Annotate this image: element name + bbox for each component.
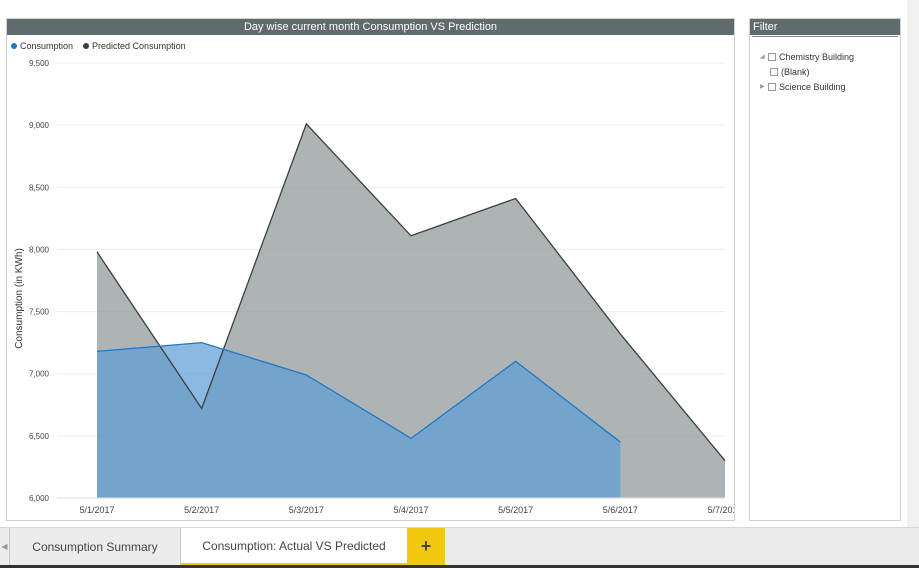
- y-tick-label: 6,000: [29, 494, 50, 503]
- tab-actual-vs-predicted[interactable]: Consumption: Actual VS Predicted: [181, 528, 407, 566]
- y-tick-label: 6,500: [29, 432, 50, 441]
- filter-tree: ◢ Chemistry Building (Blank) ▶ Science B…: [760, 49, 854, 94]
- filter-item-chemistry-building[interactable]: ◢ Chemistry Building: [760, 49, 854, 64]
- y-tick-label: 7,000: [29, 370, 50, 379]
- y-tick-label: 7,500: [29, 308, 50, 317]
- x-tick-label: 5/3/2017: [289, 505, 324, 515]
- y-axis-label: Consumption (in KWh): [14, 248, 25, 349]
- legend-item-predicted[interactable]: Predicted Consumption: [83, 41, 186, 51]
- filter-item-label: (Blank): [781, 66, 810, 77]
- x-tick-label: 5/2/2017: [184, 505, 219, 515]
- legend-dot-predicted: [83, 43, 90, 49]
- y-tick-label: 8,500: [29, 183, 50, 192]
- right-scroll-edge: [907, 0, 919, 527]
- filter-item-science-building[interactable]: ▶ Science Building: [760, 79, 854, 94]
- area-chart-visual[interactable]: Day wise current month Consumption VS Pr…: [6, 18, 735, 521]
- x-tick-label: 5/7/2017: [707, 505, 734, 515]
- filter-item-label: Science Building: [779, 81, 846, 92]
- add-page-button[interactable]: +: [407, 528, 445, 566]
- x-tick-label: 5/6/2017: [603, 505, 638, 515]
- x-tick-label: 5/1/2017: [79, 505, 114, 515]
- collapse-icon[interactable]: ◢: [760, 53, 768, 60]
- filter-title: Filter: [750, 19, 900, 35]
- y-tick-label: 9,500: [29, 59, 50, 68]
- legend-label-predicted: Predicted Consumption: [92, 41, 186, 51]
- filter-item-label: Chemistry Building: [779, 51, 855, 62]
- y-tick-label: 9,000: [29, 121, 50, 130]
- legend-dot-consumption: [11, 43, 17, 49]
- tab-consumption-summary[interactable]: Consumption Summary: [10, 528, 181, 566]
- y-tick-label: 8,000: [29, 245, 50, 254]
- filter-checkbox[interactable]: [768, 82, 776, 91]
- legend-item-consumption[interactable]: Consumption: [11, 41, 73, 51]
- chart-canvas: 6,000 6,500 7,000 7,500 8,000 8,500 9,000 9,500…: [14, 59, 734, 515]
- expand-icon[interactable]: ▶: [760, 83, 768, 90]
- filter-checkbox[interactable]: [768, 52, 776, 61]
- filter-item-blank[interactable]: (Blank): [760, 64, 854, 79]
- scroll-left-icon[interactable]: ◀: [0, 528, 10, 566]
- page-tab-bar: ◀ Consumption Summary Consumption: Actua…: [0, 527, 919, 566]
- x-tick-label: 5/4/2017: [393, 505, 428, 515]
- x-tick-label: 5/5/2017: [498, 505, 533, 515]
- filter-slicer[interactable]: Filter ◢ Chemistry Building (Blank) ▶ Sc…: [749, 18, 901, 521]
- filter-checkbox[interactable]: [770, 67, 778, 76]
- legend-label-consumption: Consumption: [20, 41, 74, 51]
- filter-divider: [752, 36, 898, 37]
- chart-legend: Consumption Predicted Consumption: [11, 41, 186, 51]
